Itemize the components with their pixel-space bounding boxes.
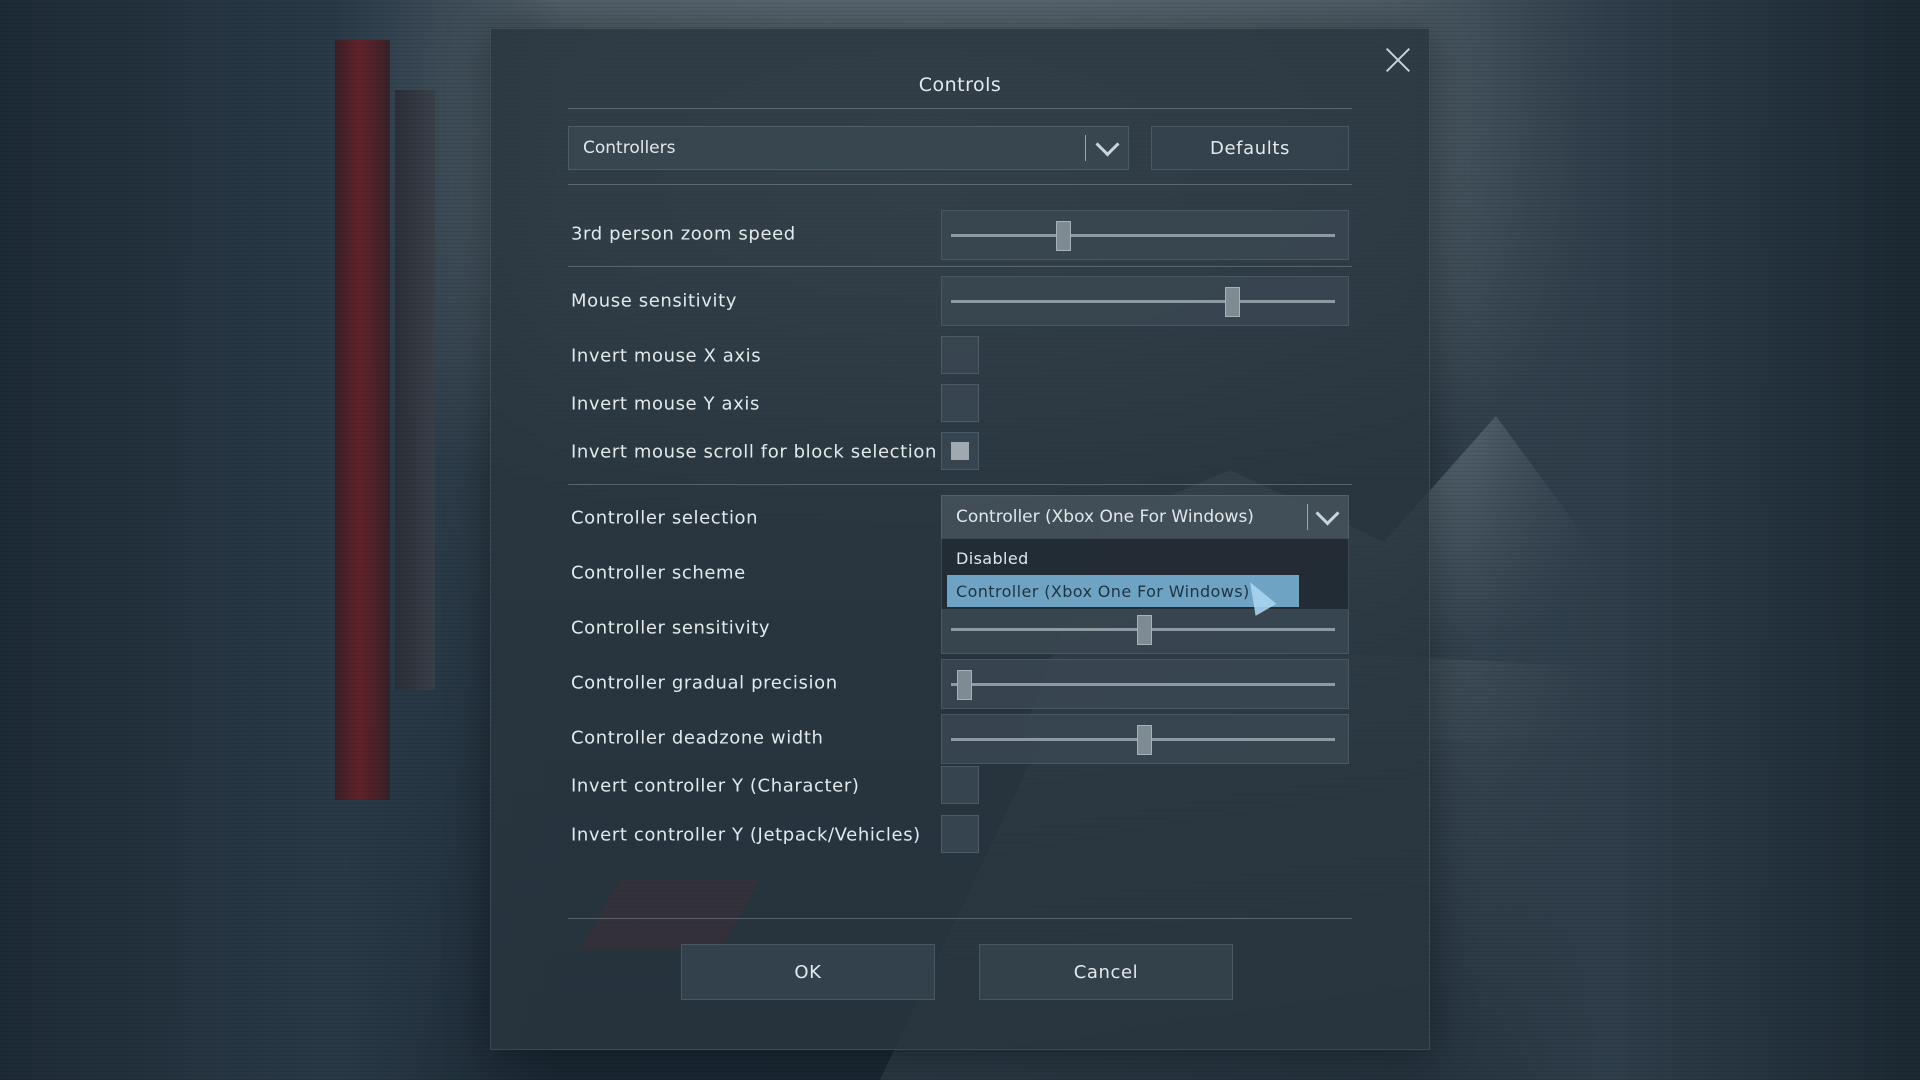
slider-thumb[interactable]	[1137, 725, 1152, 755]
slider-thumb[interactable]	[1225, 287, 1241, 317]
close-icon[interactable]	[1384, 46, 1412, 74]
defaults-button[interactable]: Defaults	[1151, 126, 1349, 170]
controller-gradual-precision-label: Controller gradual precision	[571, 672, 838, 694]
divider	[568, 266, 1352, 267]
divider	[568, 918, 1352, 919]
chevron-down-icon[interactable]	[1315, 501, 1340, 526]
slider-thumb[interactable]	[956, 670, 972, 700]
controller-deadzone-slider[interactable]	[941, 714, 1349, 764]
invert-controller-y-character-label: Invert controller Y (Character)	[571, 775, 860, 797]
controller-scheme-label: Controller scheme	[571, 562, 746, 584]
chevron-down-icon[interactable]	[1095, 132, 1120, 157]
controller-sensitivity-label: Controller sensitivity	[571, 617, 771, 639]
mouse-sensitivity-label: Mouse sensitivity	[571, 290, 737, 312]
zoom-speed-slider[interactable]	[941, 210, 1349, 260]
invert-scroll-checkbox[interactable]	[941, 432, 979, 470]
divider	[568, 108, 1352, 109]
controller-gradual-precision-slider[interactable]	[941, 659, 1349, 709]
category-combobox[interactable]: Controllers	[568, 126, 1129, 170]
category-value: Controllers	[583, 138, 676, 158]
dropdown-option-disabled[interactable]: Disabled	[956, 549, 1029, 568]
invert-controller-y-character-checkbox[interactable]	[941, 766, 979, 804]
controller-selection-label: Controller selection	[571, 507, 759, 529]
controller-selection-dropdown-list: Disabled Controller (Xbox One For Window…	[941, 538, 1349, 610]
zoom-speed-label: 3rd person zoom speed	[571, 223, 796, 245]
divider	[568, 484, 1352, 485]
controller-deadzone-label: Controller deadzone width	[571, 727, 824, 749]
invert-scroll-label: Invert mouse scroll for block selection	[571, 441, 938, 463]
ok-button[interactable]: OK	[681, 944, 935, 1000]
divider	[568, 184, 1352, 185]
invert-mouse-y-label: Invert mouse Y axis	[571, 393, 760, 415]
mouse-sensitivity-slider[interactable]	[941, 276, 1349, 326]
slider-thumb[interactable]	[1056, 221, 1072, 251]
invert-mouse-x-checkbox[interactable]	[941, 336, 979, 374]
controller-selection-combobox[interactable]: Controller (Xbox One For Windows)	[941, 495, 1349, 539]
controller-selection-value: Controller (Xbox One For Windows)	[956, 507, 1254, 527]
invert-controller-y-jetpack-label: Invert controller Y (Jetpack/Vehicles)	[571, 824, 921, 846]
controller-sensitivity-slider[interactable]	[941, 604, 1349, 654]
cancel-button[interactable]: Cancel	[979, 944, 1233, 1000]
invert-controller-y-jetpack-checkbox[interactable]	[941, 815, 979, 853]
dialog-title: Controls	[918, 74, 1002, 96]
invert-mouse-x-label: Invert mouse X axis	[571, 345, 762, 367]
slider-thumb[interactable]	[1137, 615, 1152, 645]
invert-mouse-y-checkbox[interactable]	[941, 384, 979, 422]
